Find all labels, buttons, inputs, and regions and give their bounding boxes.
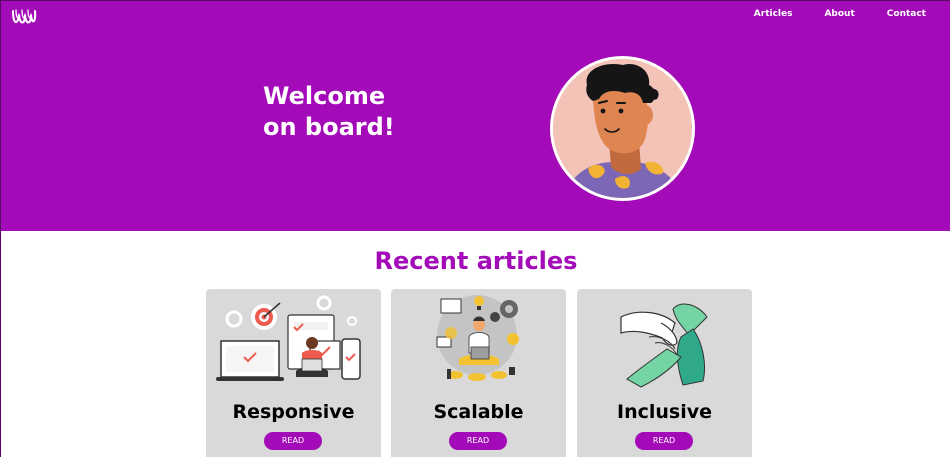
card-title: Scalable (433, 401, 524, 423)
inclusive-illustration (620, 303, 708, 388)
responsive-illustration (216, 295, 361, 381)
read-button-inclusive[interactable]: READ (635, 432, 693, 450)
avatar-illustration (553, 59, 692, 198)
hero-title: Welcome on board! (263, 82, 395, 141)
article-card-responsive: Responsive READ (206, 289, 381, 457)
article-card-scalable: Scalable READ (391, 289, 566, 457)
article-card-inclusive: Inclusive READ (577, 289, 752, 457)
section-title: Recent articles (374, 247, 578, 275)
nav-link-articles[interactable]: Articles (754, 9, 793, 19)
main-nav: Articles About Contact (754, 9, 926, 19)
read-button-scalable[interactable]: READ (449, 432, 507, 450)
avatar (550, 56, 695, 201)
hero-banner: Articles About Contact Welcome on board! (0, 0, 950, 231)
nav-link-about[interactable]: About (824, 9, 854, 19)
read-button-responsive[interactable]: READ (264, 432, 322, 450)
nav-link-contact[interactable]: Contact (887, 9, 926, 19)
card-title: Inclusive (617, 401, 712, 423)
scalable-illustration (436, 295, 519, 381)
recent-articles-section: Recent articles Responsive READ Scalable… (0, 231, 950, 457)
card-title: Responsive (232, 401, 355, 423)
logo-icon[interactable] (11, 7, 37, 27)
